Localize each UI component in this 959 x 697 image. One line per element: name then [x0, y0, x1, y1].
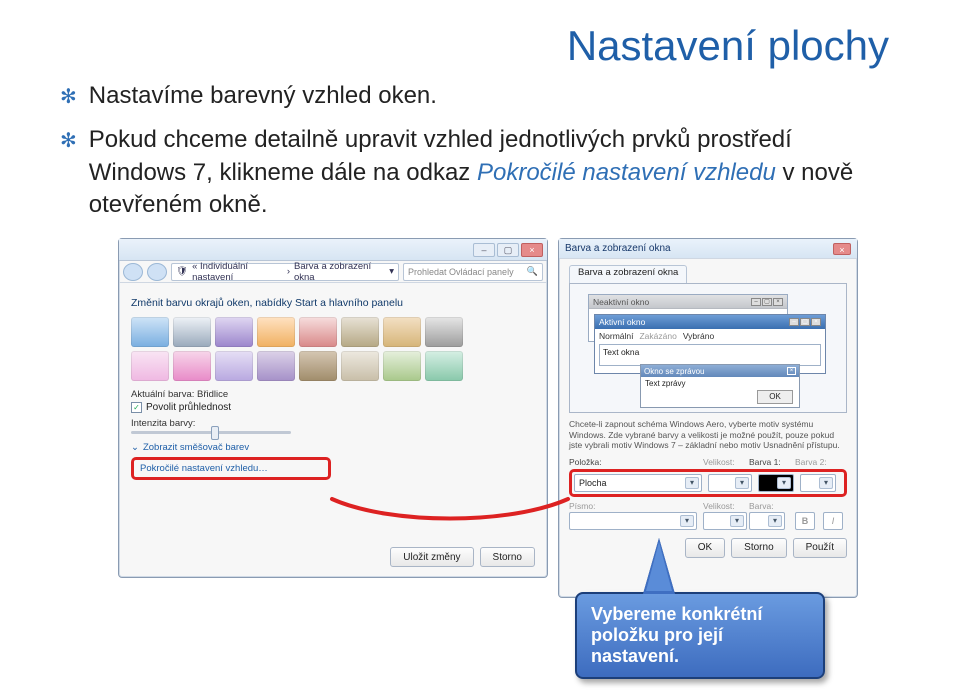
font-label: Písmo:: [569, 501, 697, 511]
titlebar: – ▢ ×: [119, 239, 547, 261]
slide-title: Nastavení plochy: [567, 22, 889, 70]
swatch[interactable]: [341, 317, 379, 347]
callout-arrow-icon: [643, 538, 675, 594]
italic-toggle[interactable]: I: [823, 512, 843, 530]
back-button[interactable]: [123, 263, 143, 281]
bullet-icon: ✻: [60, 84, 77, 112]
shield-icon: 🛡: [176, 266, 188, 277]
section-heading: Změnit barvu okrajů oken, nabídky Start …: [131, 297, 535, 309]
tab-color-appearance[interactable]: Barva a zobrazení okna: [569, 265, 687, 283]
close-icon[interactable]: ×: [833, 243, 851, 255]
item-dropdown-highlight: Plocha▾ ▾ ▾ ▾: [569, 469, 847, 497]
minimize-icon[interactable]: –: [473, 243, 495, 257]
save-button[interactable]: Uložit změny: [390, 547, 473, 567]
swatch[interactable]: [383, 351, 421, 381]
swatch[interactable]: [215, 317, 253, 347]
swatch[interactable]: [257, 351, 295, 381]
swatch[interactable]: [425, 351, 463, 381]
font-color-label: Barva:: [749, 501, 789, 511]
bold-toggle[interactable]: B: [795, 512, 815, 530]
color-mixer-link[interactable]: ⌄ Zobrazit směšovač barev: [131, 442, 535, 453]
breadcrumb-part-a: « Individuální nastavení: [192, 261, 283, 283]
address-bar: 🛡 « Individuální nastavení › Barva a zob…: [119, 261, 547, 283]
swatch[interactable]: [257, 317, 295, 347]
color-swatches: [131, 317, 535, 381]
advanced-appearance-link[interactable]: Pokročilé nastavení vzhledu…: [140, 463, 322, 474]
preview-area: Neaktivní okno –▢× Aktivní okno –▢× Norm…: [569, 283, 847, 413]
aero-note: Chcete-li zapnout schéma Windows Aero, v…: [569, 419, 847, 451]
preview-messagebox: Okno se zprávou× Text zprávy OK: [640, 364, 800, 408]
swatch[interactable]: [173, 317, 211, 347]
swatch[interactable]: [131, 351, 169, 381]
chevron-down-icon: ⌄: [131, 442, 139, 453]
swatch[interactable]: [131, 317, 169, 347]
preview-window-text: Text okna: [599, 344, 821, 366]
current-color-label: Aktuální barva: Břidlice: [131, 389, 535, 400]
search-icon: 🔍: [527, 266, 538, 277]
forward-button[interactable]: [147, 263, 167, 281]
preview-ok-button: OK: [757, 390, 793, 404]
font-size-label: Velikost:: [703, 501, 743, 511]
transparency-checkbox[interactable]: ✓: [131, 402, 142, 413]
swatch[interactable]: [299, 351, 337, 381]
item-label: Položka:: [569, 457, 697, 467]
swatch[interactable]: [173, 351, 211, 381]
transparency-label: Povolit průhlednost: [146, 402, 231, 413]
connector-arrow: [330, 497, 570, 517]
search-placeholder: Prohledat Ovládací panely: [408, 267, 514, 277]
window-color-appearance: – ▢ × 🛡 « Individuální nastavení › Barva…: [118, 238, 548, 578]
font-dropdown[interactable]: ▾: [569, 512, 697, 530]
preview-menu-disabled: Zakázáno: [639, 331, 676, 341]
bullet-2-link-phrase: Pokročilé nastavení vzhledu: [477, 159, 776, 186]
close-icon[interactable]: ×: [521, 243, 543, 257]
breadcrumb[interactable]: 🛡 « Individuální nastavení › Barva a zob…: [171, 263, 399, 281]
size-label: Velikost:: [703, 457, 743, 467]
titlebar: Barva a zobrazení okna ×: [559, 239, 857, 259]
advanced-appearance-link-highlight: Pokročilé nastavení vzhledu…: [131, 457, 331, 480]
swatch[interactable]: [299, 317, 337, 347]
preview-menu-normal: Normální: [599, 331, 633, 341]
callout-text: Vybereme konkrétní položku pro její nast…: [575, 592, 825, 679]
item-dropdown[interactable]: Plocha▾: [574, 474, 702, 492]
color2-dropdown[interactable]: ▾: [800, 474, 836, 492]
bullet-icon: ✻: [60, 128, 77, 221]
bullets: ✻ Nastavíme barevný vzhled oken. ✻ Pokud…: [60, 80, 880, 234]
chevron-down-icon: ▾: [685, 477, 699, 489]
search-input[interactable]: Prohledat Ovládací panely 🔍: [403, 263, 543, 281]
size-spinner[interactable]: ▾: [708, 474, 752, 492]
callout: Vybereme konkrétní položku pro její nast…: [575, 538, 875, 679]
intensity-slider[interactable]: [131, 431, 291, 434]
intensity-label: Intenzita barvy:: [131, 418, 535, 429]
bullet-1: Nastavíme barevný vzhled oken.: [89, 80, 880, 112]
cancel-button[interactable]: Storno: [480, 547, 535, 567]
bullet-2: Pokud chceme detailně upravit vzhled jed…: [89, 124, 880, 221]
font-size-dropdown[interactable]: ▾: [703, 512, 747, 530]
color2-label: Barva 2:: [795, 457, 835, 467]
maximize-icon[interactable]: ▢: [497, 243, 519, 257]
color1-dropdown[interactable]: ▾: [758, 474, 794, 492]
tabstrip: Barva a zobrazení okna: [569, 265, 847, 283]
font-color-dropdown[interactable]: ▾: [749, 512, 785, 530]
swatch[interactable]: [341, 351, 379, 381]
swatch[interactable]: [215, 351, 253, 381]
color1-label: Barva 1:: [749, 457, 789, 467]
swatch[interactable]: [425, 317, 463, 347]
breadcrumb-part-b: Barva a zobrazení okna: [294, 261, 385, 283]
preview-menu-selected: Vybráno: [683, 331, 714, 341]
swatch[interactable]: [383, 317, 421, 347]
